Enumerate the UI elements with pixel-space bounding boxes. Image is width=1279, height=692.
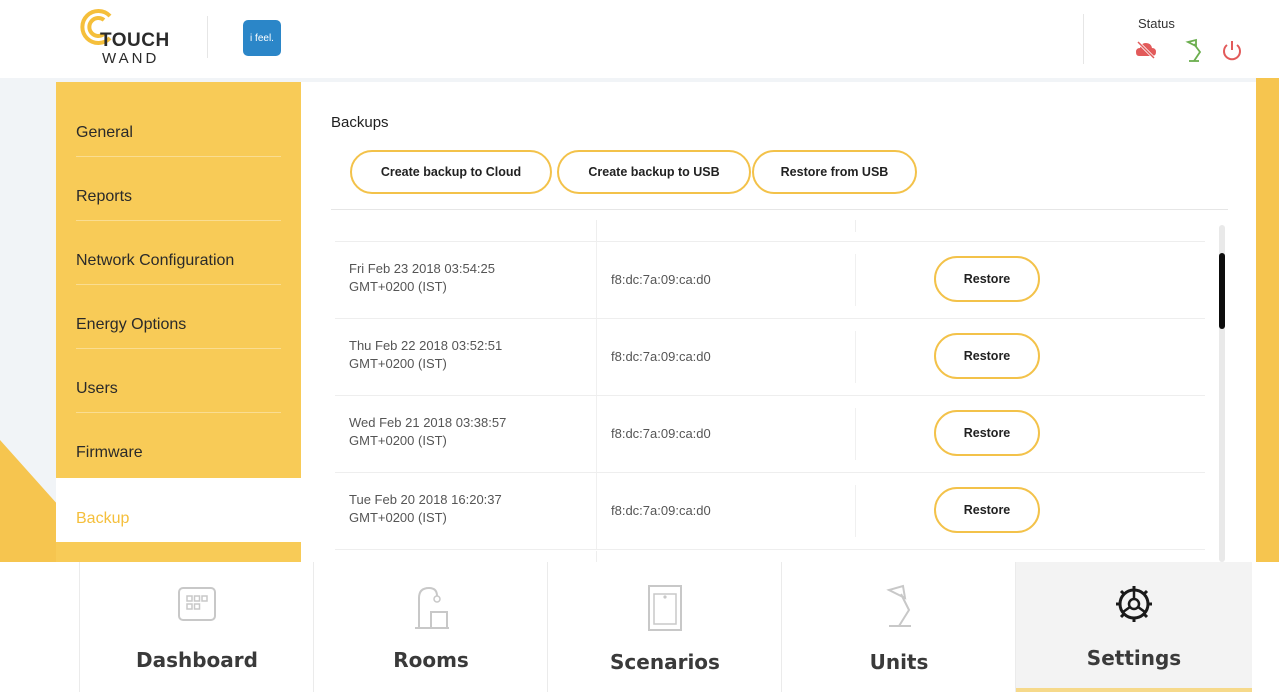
backups-panel: Backups Create backup to Cloud Create ba… <box>301 82 1256 562</box>
nav-label: Units <box>869 650 929 674</box>
units-icon <box>886 584 911 627</box>
backup-date: Thu Feb 22 2018 03:52:51 GMT+0200 (IST) <box>349 337 579 373</box>
cloud-disconnected-icon[interactable] <box>1134 38 1158 62</box>
touchwand-logo: TOUCH WAND <box>76 8 196 72</box>
create-backup-usb-button[interactable]: Create backup to USB <box>557 150 751 194</box>
backup-date-line1: Thu Feb 22 2018 03:52:51 <box>349 338 503 353</box>
nav-label: Settings <box>1086 646 1182 670</box>
logo-text-wand: WAND <box>102 50 160 67</box>
header-divider <box>207 16 208 58</box>
backup-date-line2: GMT+0200 (IST) <box>349 510 447 525</box>
backup-mac-address: f8:dc:7a:09:ca:d0 <box>611 503 711 518</box>
backup-date-line2: GMT+0200 (IST) <box>349 356 447 371</box>
sidebar-item-label: General <box>76 124 133 141</box>
column-divider <box>855 408 856 460</box>
sidebar-item-general[interactable]: General <box>56 92 301 156</box>
settings-icon <box>1116 586 1152 622</box>
sidebar-item-label: Backup <box>76 510 130 527</box>
section-divider <box>331 209 1228 210</box>
backup-date-line2: GMT+0200 (IST) <box>349 433 447 448</box>
dashboard-icon <box>178 587 216 621</box>
backup-date-line1: Fri Feb 23 2018 03:54:25 <box>349 261 495 276</box>
create-backup-cloud-button[interactable]: Create backup to Cloud <box>350 150 552 194</box>
column-divider <box>855 254 856 306</box>
lamp-icon[interactable] <box>1182 38 1206 64</box>
sidebar-item-label: Users <box>76 380 118 397</box>
table-row: Wed Feb 21 2018 03:38:57 GMT+0200 (IST) … <box>335 396 1205 473</box>
table-row: Tue Feb 20 2018 16:20:37 GMT+0200 (IST) … <box>335 473 1205 550</box>
nav-dashboard[interactable]: Dashboard <box>80 562 314 692</box>
backup-date-line1: Tue Feb 20 2018 16:20:37 <box>349 492 502 507</box>
restore-from-usb-button[interactable]: Restore from USB <box>752 150 917 194</box>
backup-date-line2: GMT+0200 (IST) <box>349 279 447 294</box>
table-row: Fri Feb 23 2018 03:54:25 GMT+0200 (IST) … <box>335 242 1205 319</box>
nav-units[interactable]: Units <box>782 562 1016 692</box>
sidebar-item-firmware[interactable]: Firmware <box>56 412 301 476</box>
sidebar-item-users[interactable]: Users <box>56 348 301 412</box>
backup-list: Fri Feb 23 2018 03:54:25 GMT+0200 (IST) … <box>335 220 1205 562</box>
sidebar-item-label: Energy Options <box>76 316 187 333</box>
scrollbar-thumb[interactable] <box>1219 253 1225 329</box>
table-row: Thu Feb 22 2018 03:52:51 GMT+0200 (IST) … <box>335 319 1205 396</box>
restore-button[interactable]: Restore <box>934 333 1040 379</box>
column-divider <box>596 220 597 241</box>
sidebar-item-reports[interactable]: Reports <box>56 156 301 220</box>
page-title: Backups <box>331 114 389 131</box>
nav-rooms[interactable]: Rooms <box>314 562 548 692</box>
backup-date: Fri Feb 23 2018 03:54:25 GMT+0200 (IST) <box>349 260 579 296</box>
backup-mac-address: f8:dc:7a:09:ca:d0 <box>611 272 711 287</box>
sidebar-item-label: Network Configuration <box>76 252 235 269</box>
column-divider <box>596 473 597 549</box>
sidebar-item-label: Reports <box>76 188 133 205</box>
nav-label: Scenarios <box>610 650 720 674</box>
restore-button[interactable]: Restore <box>934 256 1040 302</box>
power-icon[interactable] <box>1220 38 1244 62</box>
column-divider <box>855 485 856 537</box>
column-divider <box>596 396 597 472</box>
backup-date: Wed Feb 21 2018 03:38:57 GMT+0200 (IST) <box>349 414 579 450</box>
column-divider <box>855 331 856 383</box>
rooms-icon <box>415 586 449 629</box>
column-divider <box>596 242 597 318</box>
sidebar-item-energy-options[interactable]: Energy Options <box>56 284 301 348</box>
backup-date: Tue Feb 20 2018 16:20:37 GMT+0200 (IST) <box>349 491 579 527</box>
nav-label: Dashboard <box>136 648 258 672</box>
bottom-navigation: Dashboard Rooms Scenarios Units Settings <box>0 562 1279 692</box>
logo-text-touch: TOUCH <box>100 30 170 51</box>
sidebar-item-network-configuration[interactable]: Network Configuration <box>56 220 301 284</box>
backup-mac-address: f8:dc:7a:09:ca:d0 <box>611 426 711 441</box>
column-divider <box>596 551 597 562</box>
backup-mac-address: f8:dc:7a:09:ca:d0 <box>611 349 711 364</box>
settings-sidebar: General Reports Network Configuration En… <box>56 82 301 562</box>
decorative-shape-right <box>1256 78 1279 562</box>
scenarios-icon <box>648 585 682 631</box>
sidebar-item-backup[interactable]: Backup <box>56 478 301 542</box>
header: TOUCH WAND i feel. Status <box>0 0 1279 78</box>
sidebar-item-label: Firmware <box>76 444 143 461</box>
backup-date-line1: Wed Feb 21 2018 03:38:57 <box>349 415 507 430</box>
status-divider <box>1083 14 1084 64</box>
nav-label: Rooms <box>393 648 469 672</box>
restore-button[interactable]: Restore <box>934 410 1040 456</box>
status-label: Status <box>1138 16 1175 31</box>
column-divider <box>855 220 856 232</box>
ifeel-logo: i feel. <box>243 20 281 56</box>
nav-scenarios[interactable]: Scenarios <box>548 562 782 692</box>
nav-settings[interactable]: Settings <box>1016 562 1252 692</box>
column-divider <box>596 319 597 395</box>
status-icons <box>1134 38 1264 66</box>
restore-button[interactable]: Restore <box>934 487 1040 533</box>
